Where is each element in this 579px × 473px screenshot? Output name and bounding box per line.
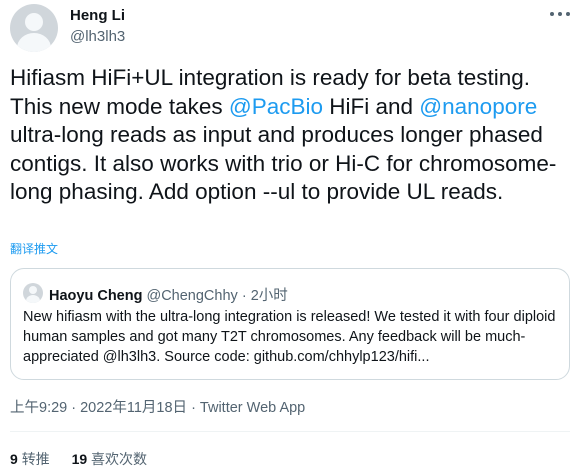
quoted-time: 2小时 (250, 288, 288, 304)
author-handle[interactable]: @lh3lh3 (70, 28, 125, 45)
avatar-head (29, 286, 37, 294)
mention-pacbio[interactable]: @PacBio (229, 94, 323, 119)
translate-tweet-link[interactable]: 翻译推文 (10, 240, 58, 257)
author-avatar[interactable] (10, 4, 58, 52)
quoted-tweet[interactable]: Haoyu Cheng @ChengChhy · 2小时 New hifiasm… (10, 268, 570, 380)
avatar-body (26, 295, 40, 303)
likes-label: 喜欢次数 (91, 451, 148, 467)
retweets-stat[interactable]: 9 转推 (10, 451, 50, 467)
retweets-label: 转推 (21, 451, 50, 467)
tweet-text: Hifiasm HiFi+UL integration is ready for… (10, 64, 570, 207)
quoted-author-avatar (23, 283, 43, 303)
avatar-body (17, 33, 51, 52)
more-dots-icon[interactable] (550, 10, 570, 18)
tweet-text-part: HiFi and (323, 93, 420, 119)
retweets-count: 9 (10, 451, 18, 467)
likes-count: 19 (71, 451, 88, 467)
divider (10, 431, 570, 432)
quoted-tweet-header: Haoyu Cheng @ChengChhy · 2小时 (49, 284, 288, 305)
quoted-author-handle: @ChengChhy (146, 288, 238, 304)
tweet-stats: 9 转推 19 喜欢次数 (10, 449, 165, 469)
quoted-separator: · (237, 288, 251, 304)
tweet-header: Heng Li @lh3lh3 (10, 4, 570, 56)
likes-stat[interactable]: 19 喜欢次数 (72, 451, 147, 467)
quoted-tweet-text: New hifiasm with the ultra-long integrat… (23, 309, 560, 365)
tweet-timestamp[interactable]: 上午9:29 · 2022年11月18日 · Twitter Web App (10, 396, 305, 417)
author-name[interactable]: Heng Li (70, 7, 125, 24)
quoted-author-name: Haoyu Cheng (49, 288, 143, 304)
avatar-head (25, 13, 43, 31)
mention-nanopore[interactable]: @nanopore (419, 94, 537, 119)
